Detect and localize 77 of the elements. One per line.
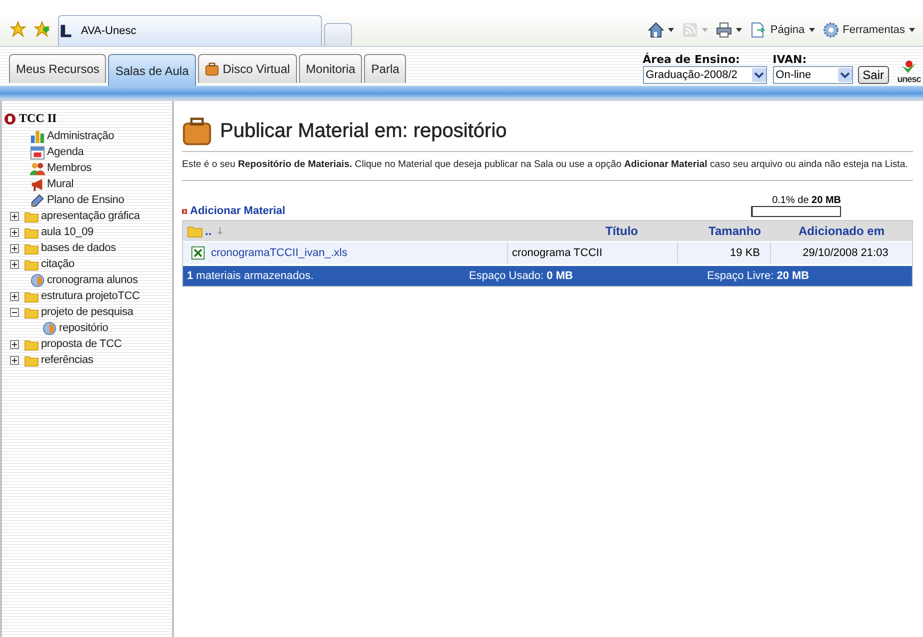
footer-text: Espaço Usado: 0 MB — [469, 270, 574, 282]
footer-text: 1 materiais armazenados. — [186, 270, 315, 282]
column-header[interactable]: Título — [605, 224, 638, 238]
tree-item[interactable]: proposta de TCC — [41, 338, 122, 350]
tree-item[interactable]: Agenda — [47, 146, 84, 158]
logout-button[interactable]: Sair — [858, 66, 889, 84]
logo-mark-icon — [901, 60, 917, 74]
expand-icon[interactable] — [10, 260, 19, 268]
course-title[interactable]: TCC II — [19, 111, 57, 126]
tools-menu[interactable]: Ferramentas — [842, 24, 905, 36]
bullet-icon — [182, 208, 187, 214]
page-icon[interactable] — [750, 22, 766, 38]
user-name-label: IVAN: — [772, 53, 808, 66]
footer-text: Espaço Livre: 20 MB — [707, 270, 810, 282]
tree-item[interactable]: citação — [41, 258, 74, 270]
star-icon[interactable] — [10, 21, 26, 37]
nav-tab[interactable]: Salas de Aula — [108, 54, 196, 86]
status-select[interactable]: On-line — [772, 66, 853, 84]
expand-icon[interactable] — [10, 212, 19, 220]
table-cell-text: 29/10/2008 21:03 — [802, 246, 890, 261]
nav-tab[interactable]: Monitoria — [298, 54, 362, 83]
tree-item[interactable]: estrutura projetoTCC — [41, 290, 140, 302]
nav-tab[interactable]: Disco Virtual — [198, 54, 297, 83]
briefcase-icon — [204, 62, 219, 76]
expand-icon[interactable] — [10, 340, 19, 348]
add-favorite-icon[interactable] — [34, 21, 50, 37]
spreadsheet-icon — [191, 246, 205, 260]
tree-item[interactable]: aula 10_09 — [41, 226, 94, 238]
home-icon[interactable] — [648, 22, 664, 38]
tree-item[interactable]: apresentação gráfica — [41, 210, 140, 222]
collapse-icon[interactable] — [10, 308, 19, 316]
dropdown-caret-icon[interactable] — [909, 27, 915, 33]
dropdown-caret-icon[interactable] — [808, 27, 815, 33]
dropdown-caret-icon[interactable] — [668, 27, 674, 33]
tree-item[interactable]: Membros — [47, 162, 92, 174]
dropdown-caret-icon[interactable] — [736, 27, 742, 33]
table-cell: 19 KB — [678, 242, 771, 264]
quota-text: 0.1% de 20 MB — [772, 195, 841, 206]
tree-item[interactable]: cronograma alunos — [47, 274, 138, 286]
gear-icon[interactable] — [822, 22, 839, 38]
expand-icon[interactable] — [10, 244, 19, 252]
bar-chart-icon — [30, 128, 45, 144]
page-icon — [30, 272, 45, 288]
browser-tab[interactable]: AVA-Unesc — [58, 15, 322, 46]
briefcase-icon — [182, 116, 212, 146]
table-cell: cronograma TCCII — [508, 242, 678, 264]
tree-item[interactable]: projeto de pesquisa — [41, 306, 134, 318]
logo-text: unesc — [897, 74, 921, 84]
tree-item[interactable]: referências — [41, 354, 94, 366]
expand-icon[interactable] — [10, 356, 19, 364]
page-menu[interactable]: Página — [770, 24, 805, 36]
tree-item[interactable]: repositório — [59, 322, 108, 334]
people-icon — [30, 160, 45, 176]
column-header[interactable]: Adicionado em — [798, 224, 884, 238]
file-link[interactable]: cronogramaTCCII_ivan_.xls — [211, 247, 348, 259]
tree-item[interactable]: bases de dados — [41, 242, 116, 254]
column-header[interactable]: .. — [205, 224, 212, 238]
tree-item[interactable]: Mural — [47, 178, 74, 190]
expand-icon[interactable] — [10, 292, 19, 300]
nav-tab[interactable]: Meus Recursos — [9, 54, 106, 83]
expand-icon[interactable] — [10, 228, 19, 236]
calendar-icon — [30, 144, 45, 160]
tree-item[interactable]: Plano de Ensino — [47, 194, 124, 206]
column-header[interactable]: Tamanho — [708, 224, 761, 238]
nav-tab[interactable]: Parla — [364, 54, 406, 83]
intro-text: Este é o seu Repositório de Materiais. Clique no Material que deseja publicar na Sala ou use a opção Adicionar Material caso seu arquivo ou ainda não esteja na Lista. — [182, 158, 909, 172]
area-label: Área de Ensino: — [642, 53, 741, 66]
pencil-icon — [30, 192, 45, 208]
page-title: Publicar Material em: repositório — [220, 120, 507, 142]
printer-icon[interactable] — [716, 22, 732, 38]
site-logo-icon — [59, 24, 73, 38]
area-select[interactable]: Graduação-2008/2 — [642, 66, 767, 84]
course-icon — [4, 112, 16, 124]
tree-item[interactable]: Administração — [47, 130, 114, 142]
add-material-link[interactable]: Adicionar Material — [190, 205, 286, 217]
megaphone-icon — [30, 176, 45, 192]
page-icon — [42, 320, 57, 336]
